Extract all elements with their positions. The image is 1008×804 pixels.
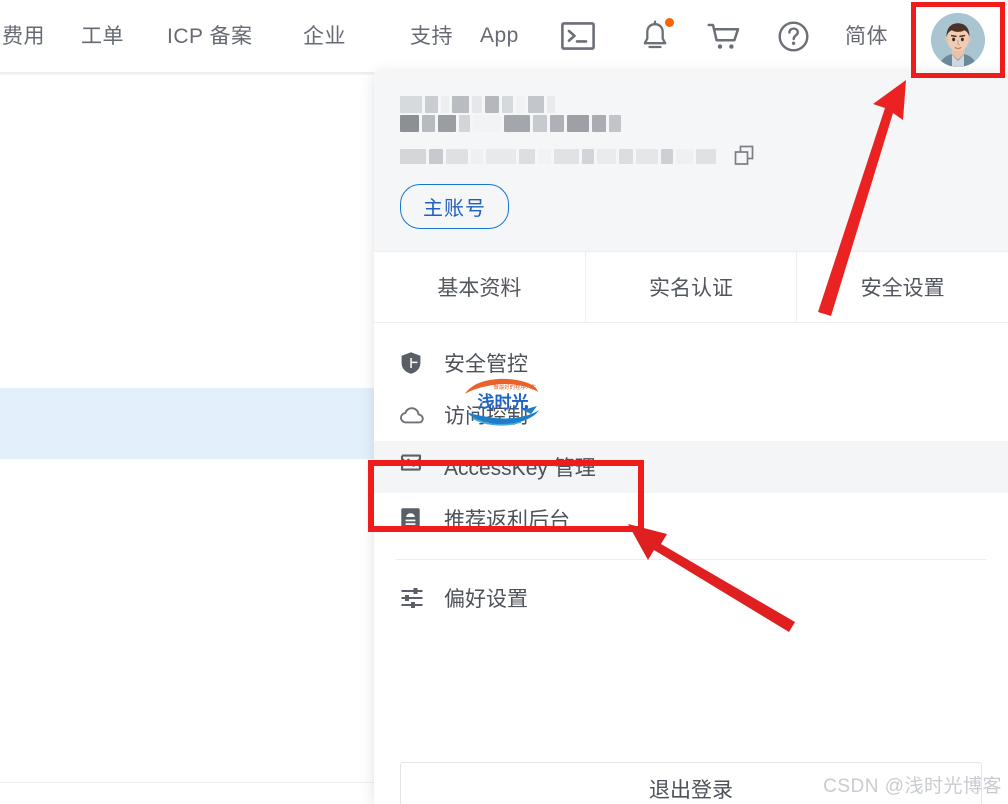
notification-badge-dot — [665, 18, 674, 27]
nav-item-icp[interactable]: ICP 备案 — [167, 26, 252, 47]
shield-icon — [400, 351, 430, 375]
notification-bell-icon[interactable] — [641, 18, 674, 52]
tab-real-name[interactable]: 实名认证 — [586, 252, 798, 322]
nav-item-support[interactable]: 支持 — [410, 26, 453, 47]
menu-access-control[interactable]: 访问控制 — [374, 389, 1008, 441]
copy-icon[interactable] — [733, 145, 755, 167]
main-account-badge[interactable]: 主账号 — [400, 184, 509, 229]
nav-item-ticket[interactable]: 工单 — [81, 26, 124, 47]
highlighted-content-row — [0, 388, 378, 459]
nav-item-enterprise[interactable]: 企业 — [303, 26, 346, 47]
terminal-icon[interactable] — [561, 22, 595, 50]
top-navigation-bar: 费用 工单 ICP 备案 企业 支持 App 简体 — [0, 0, 1008, 72]
language-switcher[interactable]: 简体 — [845, 26, 888, 47]
tab-basic-info[interactable]: 基本资料 — [374, 252, 586, 322]
logout-button[interactable]: 退出登录 — [400, 762, 982, 804]
content-bottom-edge — [0, 782, 378, 804]
nav-item-cost[interactable]: 费用 — [2, 26, 45, 47]
menu-preferences[interactable]: 偏好设置 — [374, 572, 1008, 624]
menu-label: 访问控制 — [444, 405, 528, 428]
accesskey-icon — [400, 454, 430, 480]
account-tabs: 基本资料 实名认证 安全设置 — [374, 251, 1008, 323]
screen-root: 费用 工单 ICP 备案 企业 支持 App 简体 主账号 基本资料 实名认证 … — [0, 0, 1008, 804]
logout-section: 退出登录 — [374, 740, 1008, 804]
content-top-edge — [0, 72, 378, 75]
tab-security-settings[interactable]: 安全设置 — [797, 252, 1008, 322]
menu-divider — [396, 559, 986, 560]
sliders-icon — [400, 587, 430, 609]
shopping-cart-icon[interactable] — [707, 22, 741, 52]
nav-item-app[interactable]: App — [480, 25, 519, 46]
menu-label: 推荐返利后台 — [444, 509, 570, 532]
menu-label: 安全管控 — [444, 353, 528, 376]
menu-label: AccessKey 管理 — [444, 457, 596, 480]
account-header: 主账号 — [374, 72, 1008, 251]
cloud-icon — [400, 406, 430, 425]
account-name-masked-2 — [400, 115, 982, 132]
help-circle-icon[interactable] — [778, 21, 809, 52]
account-menu-list: 安全管控 访问控制 AccessKey 管理 推荐返利后台 偏好设置 — [374, 323, 1008, 624]
menu-security-control[interactable]: 安全管控 — [374, 337, 1008, 389]
menu-referral-rebate[interactable]: 推荐返利后台 — [374, 493, 1008, 545]
account-name-masked — [400, 96, 982, 113]
user-avatar[interactable] — [931, 13, 985, 67]
menu-accesskey-management[interactable]: AccessKey 管理 — [374, 441, 1008, 493]
menu-label: 偏好设置 — [444, 588, 528, 611]
account-email-masked — [400, 145, 982, 167]
rebate-icon — [400, 507, 430, 531]
account-dropdown-panel: 主账号 基本资料 实名认证 安全设置 安全管控 访问控制 AccessKey 管… — [374, 72, 1008, 804]
